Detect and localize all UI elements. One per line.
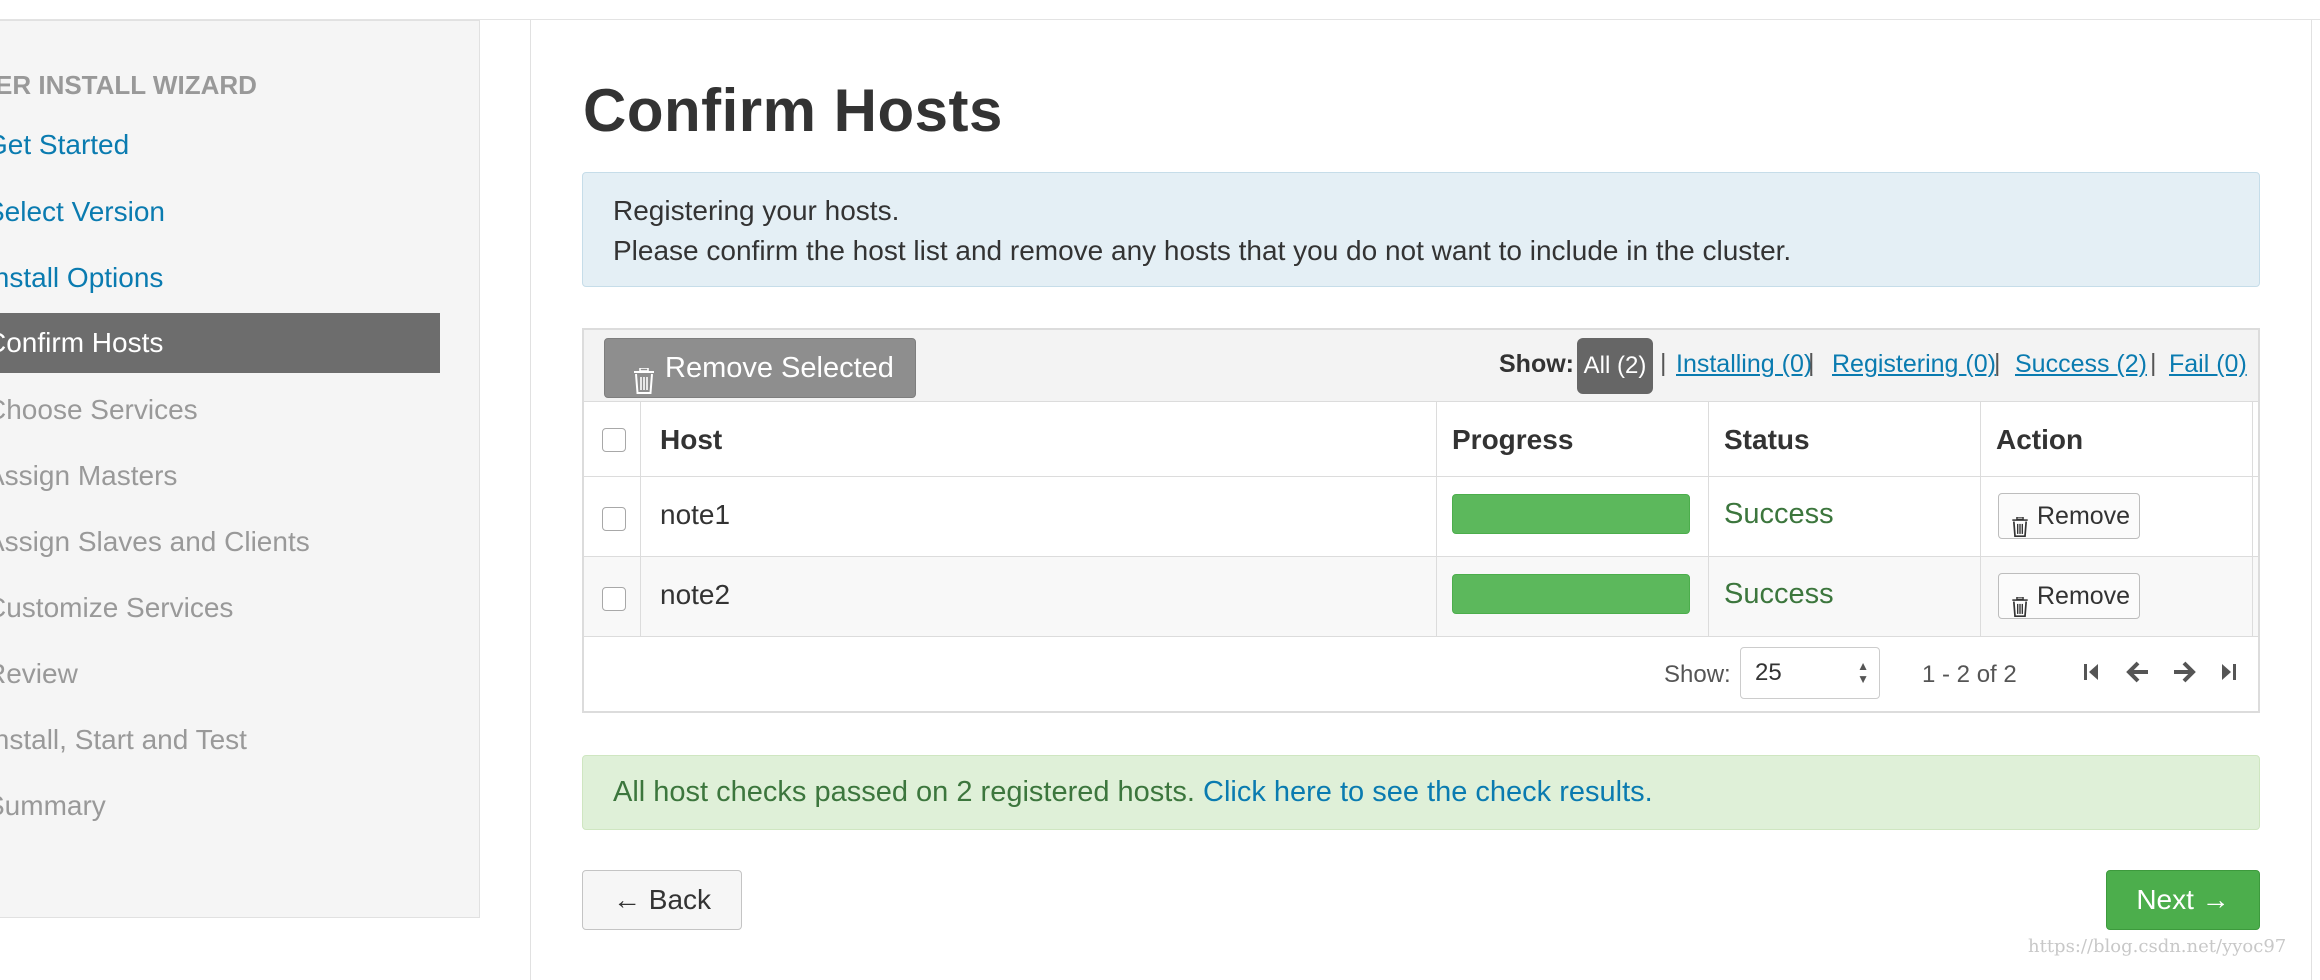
sidebar-item-label: Customize Services (0, 592, 234, 623)
table-toolbar: Remove Selected Show: All (2) | Installi… (584, 330, 2258, 402)
remove-selected-button[interactable]: Remove Selected (604, 338, 916, 398)
sidebar-item-label: Review (0, 658, 78, 689)
sidebar-item-customize-services: Customize Services (0, 578, 440, 638)
status-text: Success (1724, 578, 1834, 610)
filter-separator: | (2150, 349, 2157, 377)
column-header-status[interactable]: Status (1724, 424, 1810, 456)
sidebar-item-label: Install, Start and Test (0, 724, 247, 755)
sidebar-item-install-options[interactable]: Install Options (0, 248, 440, 308)
remove-selected-label: Remove Selected (665, 352, 894, 384)
progress-bar (1452, 574, 1690, 614)
table-row: note2 Success Remove (584, 557, 2258, 637)
sidebar-item-choose-services: Choose Services (0, 380, 440, 440)
page-size-value: 25 (1755, 659, 1782, 686)
info-line-2: Please confirm the host list and remove … (613, 235, 1792, 266)
table-header-row: Host Progress Status Action (584, 402, 2258, 477)
host-name: note1 (660, 499, 731, 530)
page-size-select[interactable]: 25 ▲ ▼ (1740, 647, 1880, 699)
sidebar-item-confirm-hosts[interactable]: Confirm Hosts (0, 313, 440, 373)
prev-page-icon[interactable] (2126, 657, 2152, 687)
row-checkbox[interactable] (602, 507, 626, 531)
remove-label: Remove (2037, 582, 2131, 610)
sidebar-item-label: Select Version (0, 196, 165, 227)
last-page-icon[interactable] (2218, 657, 2244, 687)
filter-separator: | (1994, 349, 2001, 377)
select-all-checkbox[interactable] (602, 428, 626, 452)
trash-icon (2011, 507, 2029, 551)
check-results-link[interactable]: Click here to see the check results. (1203, 776, 1653, 808)
page-title: Confirm Hosts (583, 77, 1003, 144)
sidebar-title: USTER INSTALL WIZARD (0, 70, 257, 100)
first-page-icon[interactable] (2082, 657, 2108, 687)
sidebar-item-label: Choose Services (0, 394, 198, 425)
filter-all[interactable]: All (2) (1577, 338, 1653, 394)
table-pager: Show: 25 ▲ ▼ 1 - 2 of 2 (584, 637, 2258, 711)
sidebar-item-label: Confirm Hosts (0, 327, 164, 358)
back-button[interactable]: ← Back (582, 870, 742, 930)
column-divider (1708, 402, 1709, 637)
info-line-1: Registering your hosts. (613, 195, 900, 226)
column-divider (640, 402, 641, 637)
sidebar-item-label: Get Started (0, 129, 130, 160)
column-divider (2252, 402, 2253, 637)
trash-icon (2011, 587, 2029, 631)
next-button[interactable]: Next → (2106, 870, 2260, 930)
column-header-action: Action (1996, 424, 2084, 455)
sidebar-item-summary: Summary (0, 776, 440, 836)
filter-installing[interactable]: Installing (0) (1676, 350, 1812, 379)
sidebar-item-select-version[interactable]: Select Version (0, 182, 440, 242)
filter-separator: | (1660, 349, 1667, 377)
host-name: note2 (660, 579, 731, 610)
table-row: note1 Success Remove (584, 477, 2258, 557)
sidebar-item-review: Review (0, 644, 440, 704)
filter-fail[interactable]: Fail (0) (2169, 350, 2247, 379)
filter-success[interactable]: Success (2) (2015, 350, 2147, 379)
sidebar-item-get-started[interactable]: Get Started (0, 115, 440, 175)
watermark: https://blog.csdn.net/yyoc97 (2028, 936, 2287, 957)
sidebar-item-assign-masters: Assign Masters (0, 446, 440, 506)
filter-registering[interactable]: Registering (0) (1832, 350, 1996, 379)
sidebar-item-label: Summary (0, 790, 106, 821)
progress-bar (1452, 494, 1690, 534)
page-range: 1 - 2 of 2 (1922, 661, 2017, 688)
page-size-label: Show: (1664, 661, 1731, 688)
hosts-table-panel: Remove Selected Show: All (2) | Installi… (582, 328, 2260, 713)
filter-separator: | (1808, 349, 1815, 377)
sidebar-item-label: Assign Masters (0, 460, 178, 491)
column-divider (1980, 402, 1981, 637)
filter-show-label: Show: (1499, 350, 1574, 378)
status-text: Success (1724, 498, 1834, 530)
host-checks-text: All host checks passed on 2 registered h… (613, 776, 1195, 808)
remove-host-button[interactable]: Remove (1998, 573, 2140, 619)
column-header-progress[interactable]: Progress (1452, 424, 1573, 456)
column-divider (1436, 402, 1437, 637)
remove-label: Remove (2037, 502, 2131, 530)
sidebar-item-label: Install Options (0, 262, 164, 293)
sidebar-item-assign-slaves: Assign Slaves and Clients (0, 512, 440, 572)
sidebar-item-install-start-test: Install, Start and Test (0, 710, 440, 770)
remove-host-button[interactable]: Remove (1998, 493, 2140, 539)
sidebar-item-label: Assign Slaves and Clients (0, 526, 310, 557)
next-page-icon[interactable] (2172, 657, 2198, 687)
select-arrows-icon: ▲ ▼ (1857, 659, 1869, 686)
host-checks-alert: All host checks passed on 2 registered h… (582, 755, 2260, 830)
column-header-host[interactable]: Host (660, 424, 722, 456)
info-alert: Registering your hosts. Please confirm t… (582, 172, 2260, 287)
row-checkbox[interactable] (602, 587, 626, 611)
